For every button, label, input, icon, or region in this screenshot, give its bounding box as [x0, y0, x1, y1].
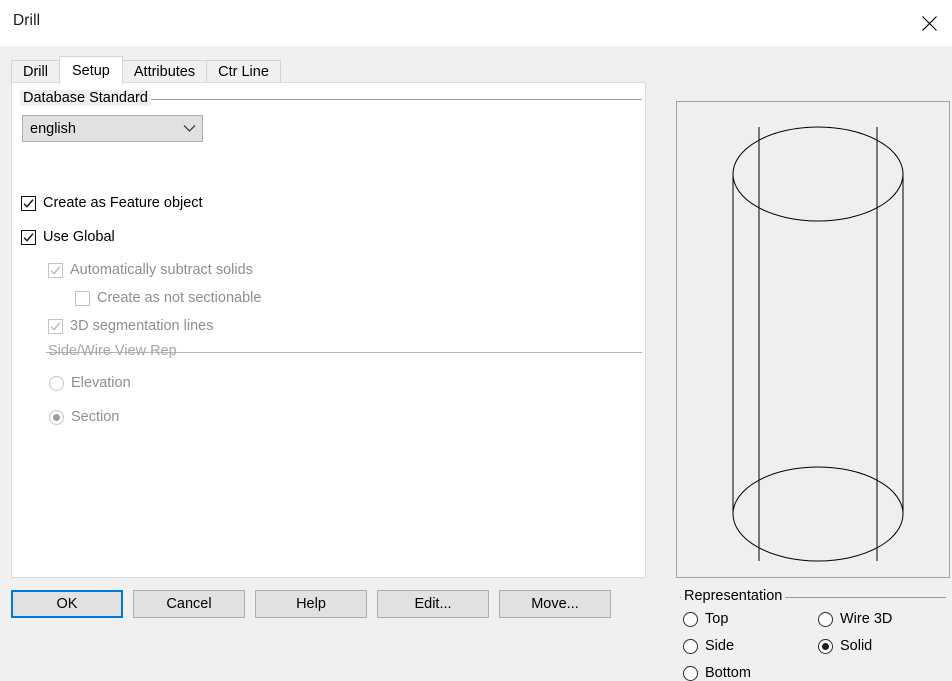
checkbox-label: Use Global — [43, 229, 115, 245]
checkbox-box — [48, 262, 63, 278]
radio-circle — [818, 611, 833, 627]
chevron-down-icon — [176, 124, 202, 133]
dialog-client-area: Drill Setup Attributes Ctr Line Database… — [0, 46, 952, 681]
edit-button-label: Edit... — [414, 596, 452, 612]
radio-wire-3d[interactable]: Wire 3D — [818, 611, 892, 627]
ok-button[interactable]: OK — [11, 590, 123, 618]
checkbox-label: Create as not sectionable — [97, 290, 262, 306]
representation-group: Representation Top Side Bottom Wire 3D S… — [676, 582, 950, 681]
checkbox-create-as-not-sectionable: Create as not sectionable — [75, 290, 261, 306]
checkbox-label: 3D segmentation lines — [70, 318, 214, 334]
checkbox-create-as-feature-object[interactable]: Create as Feature object — [21, 195, 203, 211]
radio-circle — [683, 665, 698, 681]
checkbox-box — [21, 195, 36, 211]
radio-section: Section — [49, 409, 119, 425]
checkbox-box — [21, 229, 36, 245]
radio-solid[interactable]: Solid — [818, 638, 872, 654]
tab-ctr-line[interactable]: Ctr Line — [206, 60, 281, 83]
close-icon — [921, 15, 938, 32]
radio-label: Wire 3D — [840, 611, 893, 627]
radio-circle — [818, 638, 833, 654]
close-button[interactable] — [906, 0, 952, 46]
radio-bottom[interactable]: Bottom — [683, 665, 751, 681]
cancel-button[interactable]: Cancel — [133, 590, 245, 618]
radio-label: Section — [71, 409, 120, 425]
radio-label: Bottom — [705, 665, 751, 681]
tab-strip: Drill Setup Attributes Ctr Line — [11, 56, 281, 84]
cylinder-wireframe-icon — [677, 102, 949, 577]
radio-dot — [53, 413, 60, 421]
ok-button-label: OK — [56, 596, 78, 612]
cancel-button-label: Cancel — [166, 596, 212, 612]
move-button-label: Move... — [531, 596, 579, 612]
database-standard-group-label: Database Standard — [20, 90, 151, 106]
tab-attributes[interactable]: Attributes — [121, 60, 208, 83]
radio-label: Solid — [840, 638, 873, 654]
checkbox-label: Create as Feature object — [43, 195, 203, 211]
radio-label: Top — [705, 611, 729, 627]
checkbox-box — [48, 318, 63, 334]
window-title: Drill — [13, 12, 41, 29]
database-standard-combo[interactable]: english — [22, 115, 203, 142]
title-bar: Drill — [0, 0, 952, 46]
representation-group-label: Representation — [681, 588, 786, 604]
checkbox-box — [75, 290, 90, 306]
checkbox-automatically-subtract-solids: Automatically subtract solids — [48, 262, 253, 278]
edit-button[interactable]: Edit... — [377, 590, 489, 618]
radio-label: Elevation — [71, 375, 131, 391]
tab-drill[interactable]: Drill — [11, 60, 60, 83]
tab-page-setup: Database Standard english Create as Feat… — [11, 82, 646, 578]
radio-elevation: Elevation — [49, 375, 131, 391]
tab-attributes-label: Attributes — [133, 64, 196, 80]
tab-ctr-line-label: Ctr Line — [218, 64, 269, 80]
side-wire-view-rep-group-label: Side/Wire View Rep — [48, 343, 177, 359]
checkbox-use-global[interactable]: Use Global — [21, 229, 115, 245]
radio-circle — [683, 638, 698, 654]
tab-drill-label: Drill — [23, 64, 48, 80]
checkbox-3d-segmentation-lines: 3D segmentation lines — [48, 318, 213, 334]
radio-side[interactable]: Side — [683, 638, 734, 654]
radio-top[interactable]: Top — [683, 611, 728, 627]
radio-circle — [49, 375, 64, 391]
radio-dot — [822, 642, 829, 650]
move-button[interactable]: Move... — [499, 590, 611, 618]
radio-circle — [683, 611, 698, 627]
radio-label: Side — [705, 638, 735, 654]
tab-setup-label: Setup — [71, 62, 110, 79]
checkbox-label: Automatically subtract solids — [70, 262, 253, 278]
preview-panel — [676, 101, 950, 578]
help-button[interactable]: Help — [255, 590, 367, 618]
help-button-label: Help — [296, 596, 326, 612]
radio-circle — [49, 409, 64, 425]
tab-setup[interactable]: Setup — [58, 56, 123, 84]
database-standard-combo-value: english — [30, 120, 76, 137]
